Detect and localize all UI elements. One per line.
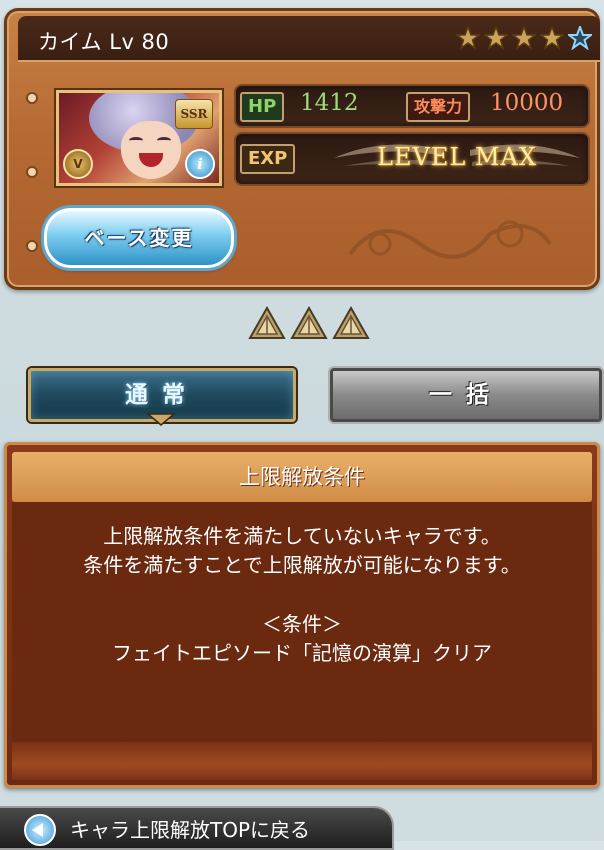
back-arrow-icon	[24, 814, 56, 846]
info-icon[interactable]: i	[185, 149, 215, 179]
condition-footer-decoration	[12, 742, 592, 780]
character-portrait[interactable]: SSR V i	[56, 90, 222, 186]
condition-detail: フェイトエピソード「記憶の演算」クリア	[112, 641, 492, 665]
earth-element-icon: V	[63, 149, 93, 179]
condition-title: 上限解放条件	[239, 465, 365, 489]
condition-message-line1: 上限解放条件を満たしていないキャラです。	[103, 524, 501, 548]
hp-atk-box: HP 1412 攻撃力 10000	[234, 84, 590, 128]
star-blue-icon	[568, 26, 592, 50]
exp-box: EXP LEVEL MAX	[234, 132, 590, 186]
character-header: カイム Lv 80	[18, 16, 600, 62]
condition-body: 上限解放条件を満たしていないキャラです。 条件を満たすことで上限解放が可能になり…	[12, 502, 592, 742]
star-filled-icon	[540, 26, 564, 50]
star-filled-icon	[484, 26, 508, 50]
atk-value: 10000	[490, 90, 564, 116]
back-button-label: キャラ上限解放TOPに戻る	[70, 818, 311, 842]
condition-message-line2: 条件を満たすことで上限解放が可能になります。	[83, 553, 521, 577]
uncap-condition-panel: 上限解放条件 上限解放条件を満たしていないキャラです。 条件を満たすことで上限解…	[4, 442, 600, 788]
star-filled-icon	[512, 26, 536, 50]
star-filled-icon	[456, 26, 480, 50]
back-to-uncap-top-button[interactable]: キャラ上限解放TOPに戻る	[0, 806, 394, 850]
hp-value: 1412	[300, 90, 359, 116]
rivet-decoration	[28, 242, 36, 250]
uncap-triangle-icon	[248, 306, 286, 339]
uncap-triangle-icon	[290, 306, 328, 339]
hp-label: HP	[240, 92, 285, 122]
condition-heading: ＜条件＞	[262, 612, 342, 636]
base-change-button[interactable]: ベース変更	[44, 208, 234, 268]
character-name: カイム Lv 80	[38, 30, 170, 54]
character-panel: カイム Lv 80 SSR V i HP 1412 攻撃力 10000 EXP	[4, 8, 600, 290]
exp-label: EXP	[240, 144, 296, 174]
level-max-status: LEVEL MAX	[377, 143, 537, 171]
condition-titlebar: 上限解放条件	[12, 452, 592, 502]
scroll-ornament-icon	[348, 220, 552, 259]
rivet-decoration	[28, 168, 36, 176]
rivet-decoration	[28, 94, 36, 102]
tab-bulk[interactable]: 一括	[330, 368, 602, 422]
uncap-indicator-row	[248, 306, 370, 340]
star-rating	[456, 26, 592, 50]
ssr-rarity-badge: SSR	[175, 99, 213, 129]
atk-label: 攻撃力	[406, 92, 471, 122]
active-tab-pointer-icon	[146, 413, 176, 426]
uncap-triangle-icon	[332, 306, 370, 339]
